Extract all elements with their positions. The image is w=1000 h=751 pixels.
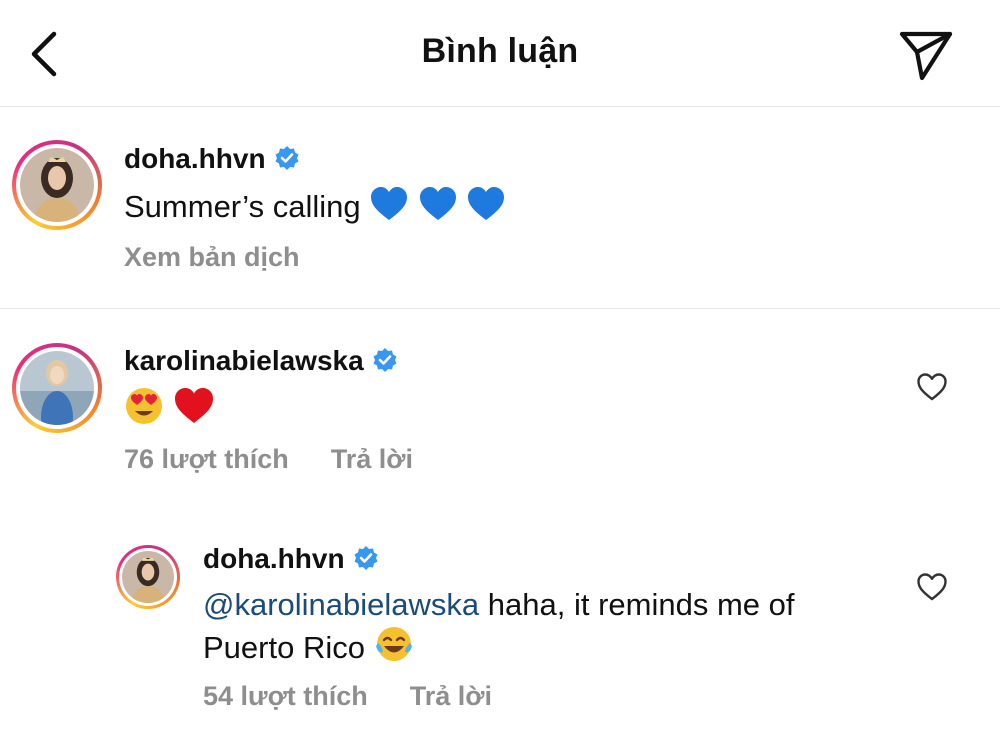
comment-text bbox=[124, 386, 215, 429]
avatar-karolinabielawska[interactable] bbox=[12, 343, 102, 433]
caption-username[interactable]: doha.hhvn bbox=[124, 143, 300, 175]
heart-outline-icon bbox=[917, 373, 947, 401]
verified-badge-icon bbox=[354, 546, 378, 570]
verified-badge-icon bbox=[275, 146, 299, 170]
red-heart-emoji-icon bbox=[174, 388, 213, 423]
divider bbox=[0, 308, 1000, 309]
avatar-doha[interactable] bbox=[12, 140, 102, 230]
blue-heart-icon bbox=[371, 187, 408, 220]
reply-text: @karolinabielawska haha, it reminds me o… bbox=[203, 587, 795, 665]
caption-text: Summer’s calling bbox=[124, 185, 506, 226]
page-title: Bình luận bbox=[421, 32, 579, 70]
avatar-doha[interactable] bbox=[116, 545, 180, 609]
paper-plane-icon bbox=[899, 31, 953, 81]
blue-heart-icon bbox=[468, 187, 505, 220]
top-bar: Bình luận bbox=[0, 0, 1000, 107]
share-button[interactable] bbox=[896, 26, 956, 82]
profile-photo-doha bbox=[122, 551, 174, 603]
profile-photo-karolina bbox=[20, 351, 94, 425]
profile-photo-doha bbox=[20, 148, 94, 222]
mention-link[interactable]: @karolinabielawska bbox=[203, 587, 479, 622]
see-translation-link[interactable]: Xem bản dịch bbox=[124, 242, 300, 273]
blue-heart-icon bbox=[419, 187, 456, 220]
tears-of-joy-emoji-icon bbox=[375, 627, 412, 661]
comment-username[interactable]: karolinabielawska bbox=[124, 345, 398, 377]
comment-meta: 76 lượt thích Trả lời bbox=[124, 444, 413, 475]
likes-count[interactable]: 76 lượt thích bbox=[124, 444, 289, 474]
heart-eyes-emoji-icon bbox=[126, 388, 162, 424]
likes-count[interactable]: 54 lượt thích bbox=[203, 681, 368, 711]
reply-button[interactable]: Trả lời bbox=[331, 444, 413, 474]
reply-meta: 54 lượt thích Trả lời bbox=[203, 681, 492, 712]
reply-username[interactable]: doha.hhvn bbox=[203, 543, 379, 575]
heart-outline-icon bbox=[917, 573, 947, 601]
like-button[interactable] bbox=[916, 572, 948, 602]
like-button[interactable] bbox=[916, 372, 948, 402]
reply-button[interactable]: Trả lời bbox=[410, 681, 492, 711]
verified-badge-icon bbox=[373, 348, 397, 372]
